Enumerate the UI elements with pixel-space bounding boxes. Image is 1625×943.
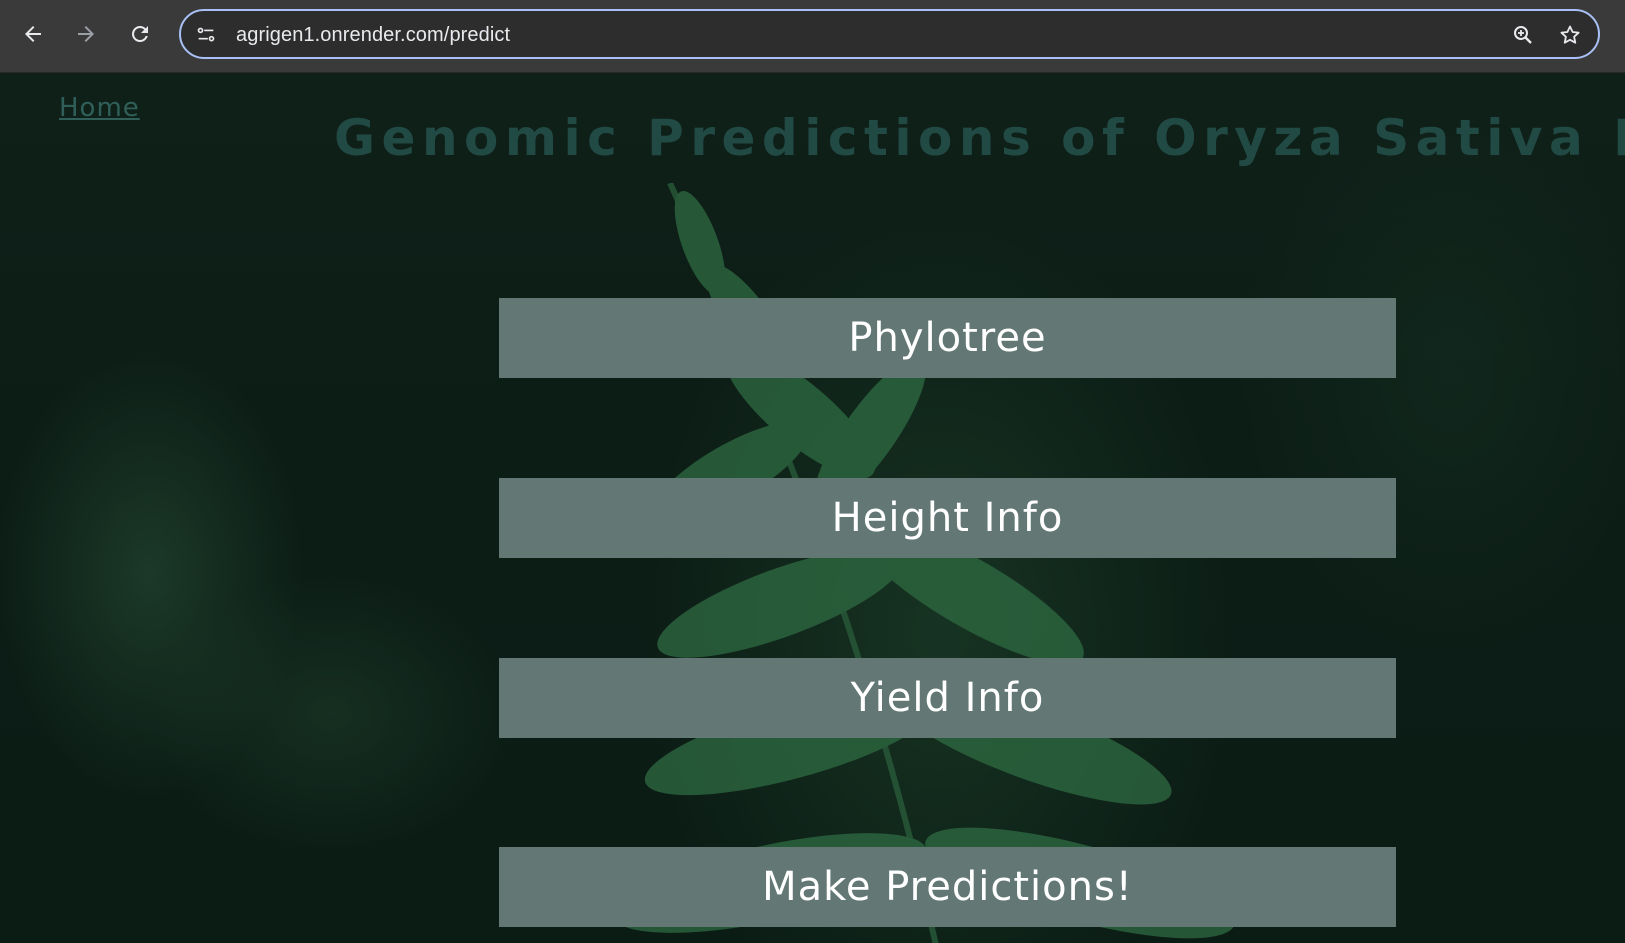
fern-background-image bbox=[613, 183, 1235, 943]
height-info-button[interactable]: Height Info bbox=[499, 478, 1396, 558]
home-link[interactable]: Home bbox=[59, 93, 140, 123]
zoom-icon[interactable] bbox=[1509, 21, 1537, 49]
page-background: Home Genomic Predictions of Oryza Sativa… bbox=[0, 73, 1625, 943]
url-text[interactable]: agrigen1.onrender.com/predict bbox=[236, 24, 510, 47]
reload-icon[interactable] bbox=[122, 16, 158, 52]
browser-toolbar: agrigen1.onrender.com/predict bbox=[0, 0, 1625, 73]
address-bar[interactable]: agrigen1.onrender.com/predict bbox=[179, 9, 1600, 59]
back-arrow-icon[interactable] bbox=[15, 16, 51, 52]
make-predictions-button[interactable]: Make Predictions! bbox=[499, 847, 1396, 927]
site-info-icon[interactable] bbox=[193, 22, 219, 48]
yield-info-button[interactable]: Yield Info bbox=[499, 658, 1396, 738]
forward-arrow-icon[interactable] bbox=[68, 16, 104, 52]
page-title: Genomic Predictions of Oryza Sativa Plan… bbox=[334, 109, 1625, 167]
bookmark-star-icon[interactable] bbox=[1556, 21, 1584, 49]
phylotree-button[interactable]: Phylotree bbox=[499, 298, 1396, 378]
